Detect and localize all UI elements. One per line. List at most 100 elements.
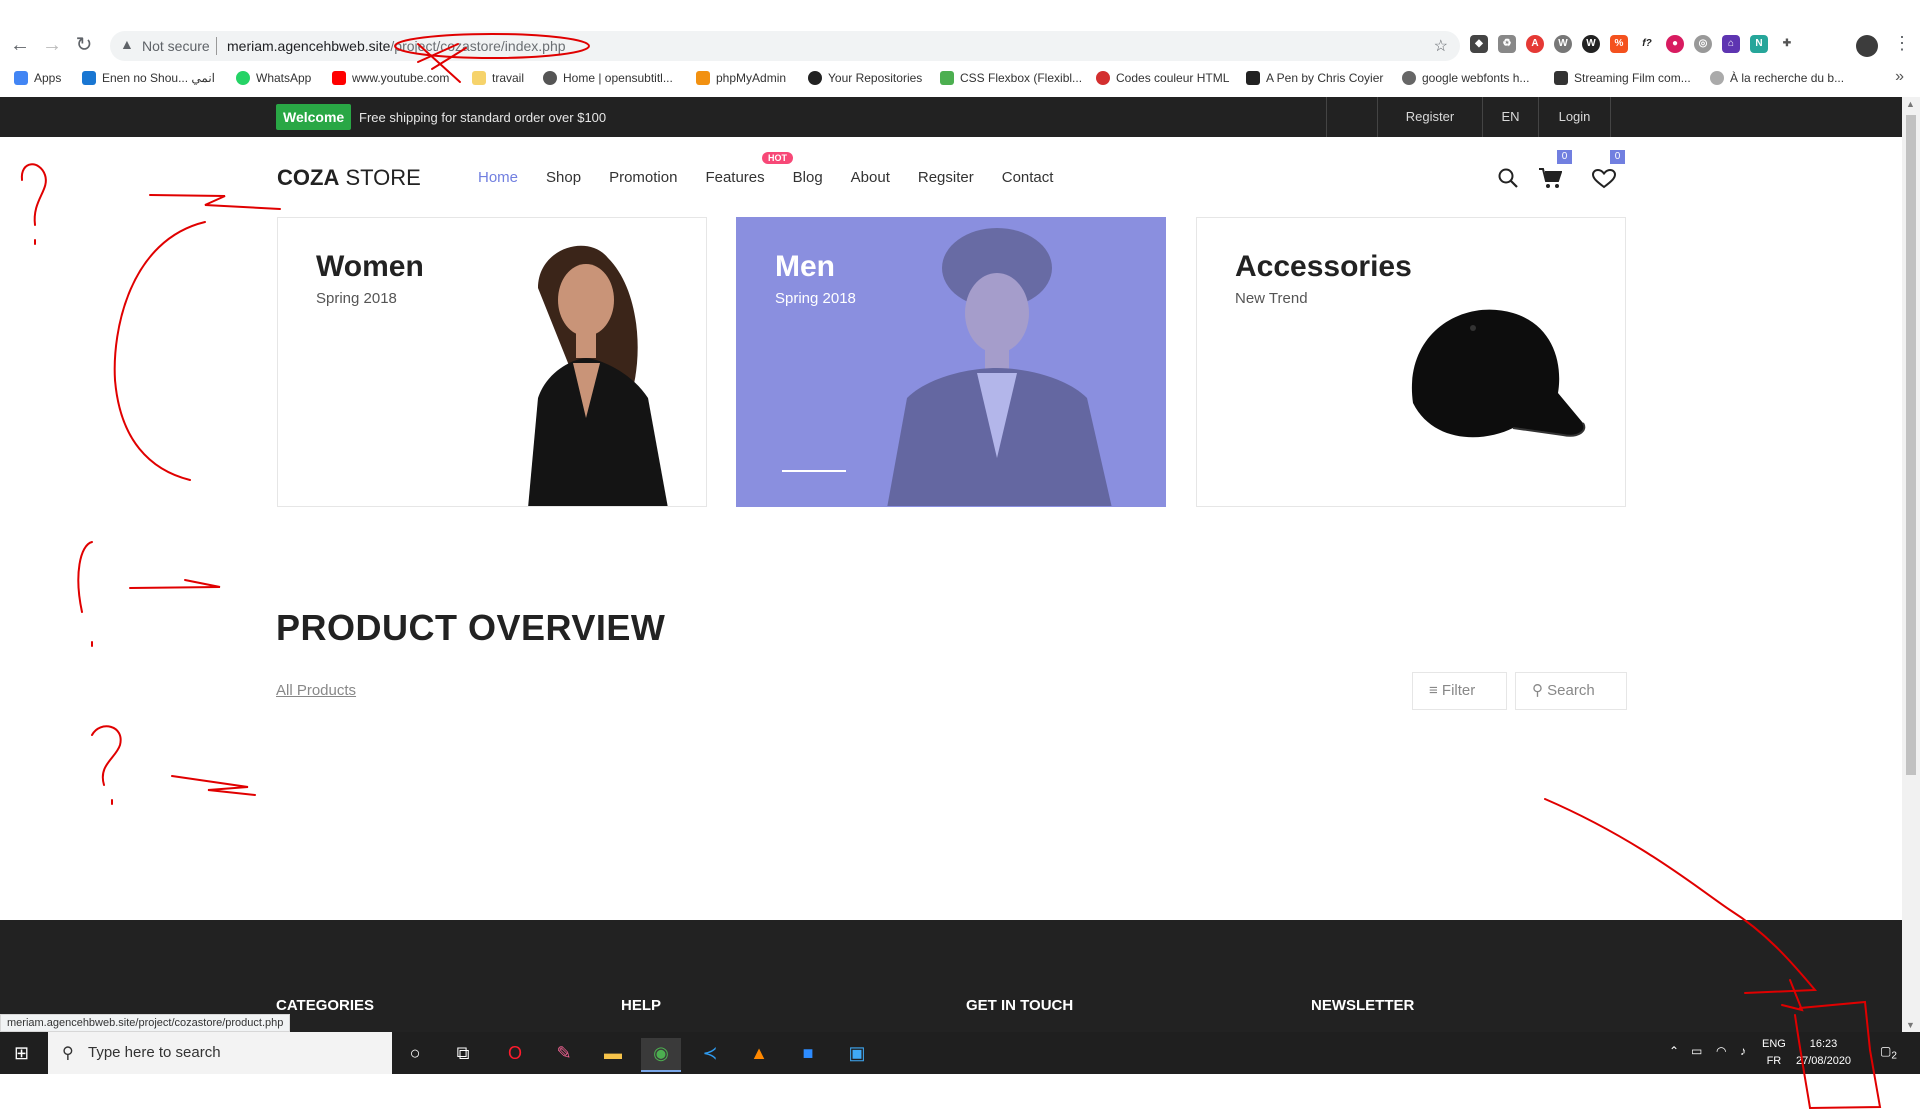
extension-icons: ◆ ♻ A W W % f? ● ◎ ⌂ N ✚: [1470, 35, 1796, 53]
menu-blog[interactable]: Blog: [793, 169, 823, 186]
codepen-icon: [1246, 71, 1260, 85]
vlc-icon[interactable]: ▲: [739, 1038, 779, 1072]
scrollbar-thumb[interactable]: [1906, 115, 1916, 775]
extension-n-icon[interactable]: N: [1750, 35, 1768, 53]
bookmark-item[interactable]: Apps: [14, 71, 61, 85]
more-bookmarks-icon[interactable]: »: [1895, 68, 1904, 86]
volume-icon[interactable]: ♪: [1740, 1044, 1746, 1058]
bookmark-item[interactable]: À la recherche du b...: [1710, 71, 1844, 85]
menu-home[interactable]: Home: [478, 169, 518, 186]
filter-all-products[interactable]: All Products: [276, 682, 356, 699]
wordpress-icon[interactable]: W: [1554, 35, 1572, 53]
font-identifier-icon[interactable]: f?: [1638, 35, 1656, 53]
color-picker-icon[interactable]: ●: [1666, 35, 1684, 53]
bookmark-item[interactable]: travail: [472, 71, 524, 85]
menu-promotion[interactable]: Promotion: [609, 169, 677, 186]
banner-men[interactable]: Men Spring 2018: [736, 217, 1166, 507]
scroll-up-icon[interactable]: ▲: [1906, 99, 1915, 109]
taskbar-clock[interactable]: 16:23 27/08/2020: [1796, 1036, 1851, 1070]
heart-icon[interactable]: [1592, 169, 1616, 189]
bookmark-label: google webfonts h...: [1422, 71, 1530, 85]
bookmark-star-icon[interactable]: ☆: [1434, 36, 1448, 56]
extensions-puzzle-icon[interactable]: ✚: [1778, 35, 1796, 53]
bookmarks-bar: Apps Enen no Shou... انمي WhatsApp www.y…: [0, 66, 1920, 92]
bookmark-label: A Pen by Chris Coyier: [1266, 71, 1384, 85]
adblock-icon[interactable]: A: [1526, 35, 1544, 53]
top-link-register[interactable]: Register: [1377, 97, 1482, 137]
cortana-icon[interactable]: ○: [395, 1038, 435, 1072]
forward-arrow-icon[interactable]: →: [40, 33, 64, 57]
taskbar-search[interactable]: ⚲ Type here to search: [48, 1032, 392, 1074]
browser-menu-icon[interactable]: ⋮: [1893, 33, 1911, 54]
task-view-icon[interactable]: ⧉: [443, 1038, 483, 1072]
banner-title: Accessories: [1235, 250, 1412, 283]
bookmark-item[interactable]: CSS Flexbox (Flexibl...: [940, 71, 1082, 85]
bookmark-item[interactable]: www.youtube.com: [332, 71, 449, 85]
phpmyadmin-icon: [696, 71, 710, 85]
bookmark-label: À la recherche du b...: [1730, 71, 1845, 85]
menu-about[interactable]: About: [851, 169, 890, 186]
reload-icon[interactable]: ↻: [72, 33, 96, 57]
paint-icon[interactable]: ✎: [544, 1038, 584, 1072]
file-explorer-icon[interactable]: ▬: [593, 1038, 633, 1072]
search-toggle-button[interactable]: ⚲ Search: [1515, 672, 1627, 710]
extension-percent-icon[interactable]: %: [1610, 35, 1628, 53]
tray-chevron-icon[interactable]: ⌃: [1669, 1044, 1679, 1058]
address-bar[interactable]: ▲ Not secure meriam.agencehbweb.site/pro…: [110, 31, 1460, 61]
back-arrow-icon[interactable]: ←: [8, 33, 32, 57]
top-link-language[interactable]: EN: [1482, 97, 1538, 137]
cart-icon[interactable]: [1538, 167, 1562, 189]
bookmark-item[interactable]: Your Repositories: [808, 71, 922, 85]
top-link-login[interactable]: Login: [1538, 97, 1611, 137]
profile-avatar[interactable]: [1856, 35, 1878, 57]
extension-recycle-icon[interactable]: ♻: [1498, 35, 1516, 53]
extension-w-icon[interactable]: W: [1582, 35, 1600, 53]
battery-icon[interactable]: ▭: [1691, 1044, 1702, 1058]
windows-start-icon[interactable]: ⊞: [14, 1043, 29, 1064]
chrome-icon[interactable]: ◉: [641, 1038, 681, 1072]
youtube-icon: [332, 71, 346, 85]
bookmark-item[interactable]: Enen no Shou... انمي: [82, 71, 215, 85]
globe-icon: [1402, 71, 1416, 85]
url-text[interactable]: meriam.agencehbweb.site/project/cozastor…: [227, 38, 566, 54]
wifi-icon[interactable]: ◠: [1716, 1044, 1726, 1058]
vscode-icon[interactable]: ≺: [690, 1038, 730, 1072]
bookmark-label: Enen no Shou... انمي: [102, 71, 216, 85]
zoom-icon[interactable]: ■: [788, 1038, 828, 1072]
bookmark-item[interactable]: Home | opensubtitl...: [543, 71, 673, 85]
page-scrollbar[interactable]: ▲ ▼: [1902, 97, 1920, 1032]
bookmark-item[interactable]: Streaming Film com...: [1554, 71, 1691, 85]
css-flexbox-icon: [940, 71, 954, 85]
lang-top: ENG: [1762, 1038, 1786, 1050]
search-icon[interactable]: [1497, 167, 1519, 189]
photos-icon[interactable]: ▣: [837, 1038, 877, 1072]
divider: [216, 37, 217, 55]
bookmark-item[interactable]: google webfonts h...: [1402, 71, 1529, 85]
banner-accessories[interactable]: Accessories New Trend: [1196, 217, 1626, 507]
logo-bold: COZA: [277, 165, 340, 190]
bookmark-item[interactable]: phpMyAdmin: [696, 71, 786, 85]
menu-shop[interactable]: Shop: [546, 169, 581, 186]
link-status-bar: meriam.agencehbweb.site/project/cozastor…: [0, 1014, 291, 1032]
language-indicator[interactable]: ENG FR: [1762, 1036, 1786, 1070]
opera-icon[interactable]: O: [495, 1038, 535, 1072]
bookmark-item[interactable]: Codes couleur HTML: [1096, 71, 1229, 85]
extension-globe-icon[interactable]: ◎: [1694, 35, 1712, 53]
bookmark-item[interactable]: WhatsApp: [236, 71, 311, 85]
top-link-empty: [1326, 97, 1377, 137]
man-model-image: [887, 228, 1112, 506]
menu-features[interactable]: Features: [705, 169, 764, 186]
filter-button[interactable]: ≡ Filter: [1412, 672, 1507, 710]
notification-center-icon[interactable]: ▢2: [1880, 1044, 1897, 1061]
menu-register[interactable]: Regsiter: [918, 169, 974, 186]
banner-women[interactable]: Women Spring 2018: [277, 217, 707, 507]
scroll-down-icon[interactable]: ▼: [1906, 1020, 1915, 1030]
extension-home-icon[interactable]: ⌂: [1722, 35, 1740, 53]
menu-contact[interactable]: Contact: [1002, 169, 1054, 186]
clock-time: 16:23: [1809, 1038, 1838, 1050]
security-label: Not secure: [142, 38, 210, 54]
site-logo[interactable]: COZA STORE: [277, 165, 421, 191]
banner-title: Women: [316, 250, 424, 283]
extension-cube-icon[interactable]: ◆: [1470, 35, 1488, 53]
bookmark-item[interactable]: A Pen by Chris Coyier: [1246, 71, 1383, 85]
